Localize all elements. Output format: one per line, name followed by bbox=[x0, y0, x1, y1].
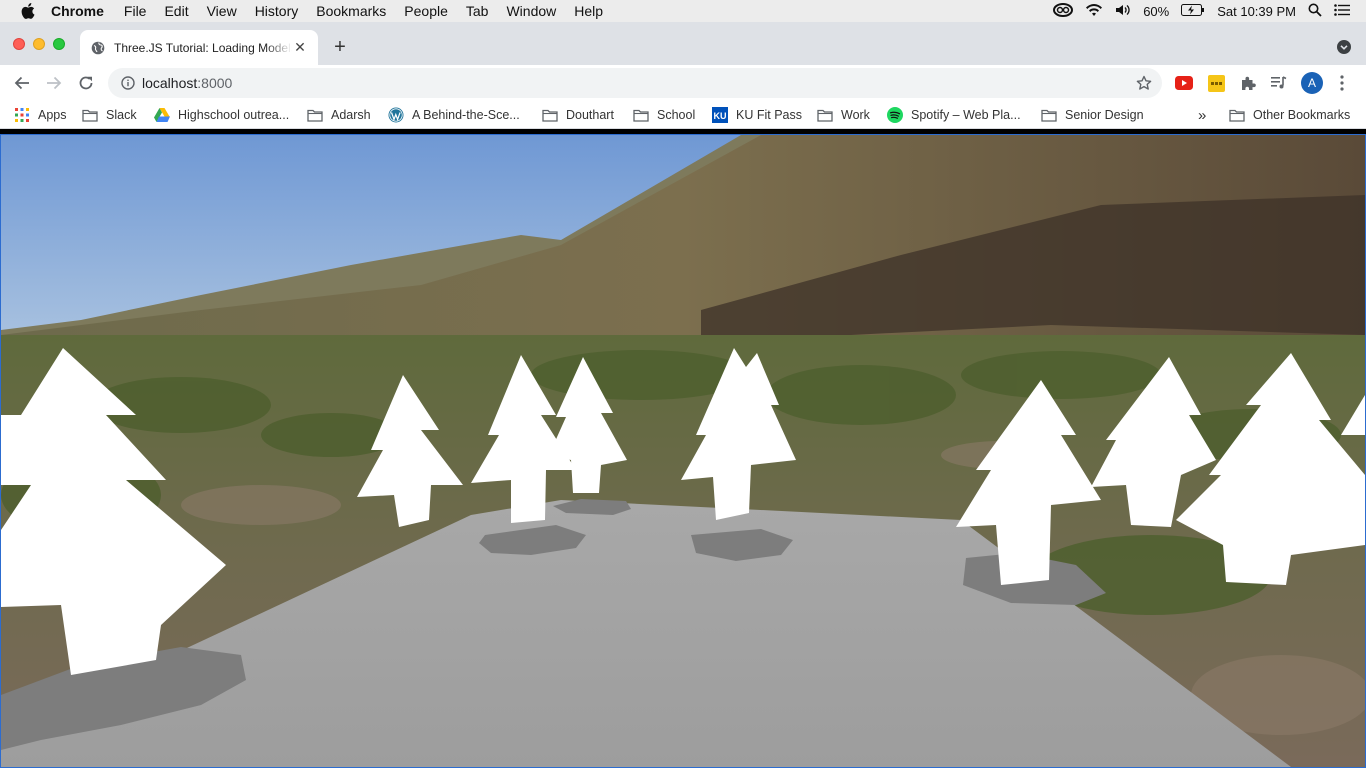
webgl-canvas[interactable] bbox=[0, 134, 1366, 768]
folder-icon bbox=[633, 107, 649, 123]
menu-help[interactable]: Help bbox=[574, 3, 603, 19]
bookmark-folder-slack[interactable]: Slack bbox=[82, 106, 137, 124]
folder-icon bbox=[1041, 107, 1057, 123]
bookmark-folder-senior-design[interactable]: Senior Design bbox=[1041, 106, 1144, 124]
notification-center-icon[interactable] bbox=[1334, 3, 1350, 19]
bookmark-folder-adarsh[interactable]: Adarsh bbox=[307, 106, 371, 124]
bookmark-label: Apps bbox=[38, 108, 67, 122]
extensions-puzzle-icon[interactable] bbox=[1239, 74, 1257, 92]
bookmark-label: Other Bookmarks bbox=[1253, 108, 1351, 122]
battery-percent: 60% bbox=[1143, 3, 1170, 19]
profile-avatar[interactable]: A bbox=[1301, 72, 1323, 94]
wifi-icon[interactable] bbox=[1085, 3, 1103, 20]
url-text[interactable]: localhost:8000 bbox=[142, 75, 232, 91]
window-minimize-button[interactable] bbox=[33, 38, 45, 50]
menu-bookmarks[interactable]: Bookmarks bbox=[316, 3, 386, 19]
tab-title: Three.JS Tutorial: Loading Models bbox=[114, 40, 292, 55]
svg-text:KU: KU bbox=[714, 111, 727, 121]
bookmarks-bar: Apps Slack Highschool outrea... Adarsh A… bbox=[0, 101, 1366, 129]
spotlight-icon[interactable] bbox=[1308, 3, 1322, 20]
window-close-button[interactable] bbox=[13, 38, 25, 50]
folder-icon bbox=[82, 107, 98, 123]
bookmark-label: Douthart bbox=[566, 108, 614, 122]
bookmarks-overflow-chevron[interactable]: » bbox=[1198, 106, 1206, 124]
apps-grid-icon bbox=[14, 107, 30, 123]
folder-icon bbox=[1229, 107, 1245, 123]
window-zoom-button[interactable] bbox=[53, 38, 65, 50]
spotify-icon bbox=[887, 107, 903, 123]
forward-icon[interactable] bbox=[42, 71, 66, 95]
bookmark-folder-douthart[interactable]: Douthart bbox=[542, 106, 614, 124]
back-icon[interactable] bbox=[10, 71, 34, 95]
menu-file[interactable]: File bbox=[124, 3, 147, 19]
chrome-menu-icon[interactable] bbox=[1334, 74, 1350, 92]
apple-icon[interactable] bbox=[19, 2, 37, 20]
bookmark-label: Senior Design bbox=[1065, 108, 1144, 122]
google-drive-icon bbox=[154, 107, 170, 123]
active-tab[interactable]: Three.JS Tutorial: Loading Models ✕ bbox=[80, 30, 318, 65]
menu-view[interactable]: View bbox=[207, 3, 237, 19]
url-host: localhost bbox=[142, 75, 198, 91]
folder-icon bbox=[307, 107, 323, 123]
bookmark-other-bookmarks[interactable]: Other Bookmarks bbox=[1229, 106, 1350, 124]
menu-history[interactable]: History bbox=[255, 3, 299, 19]
bookmark-folder-work[interactable]: Work bbox=[817, 106, 870, 124]
bookmark-label: Slack bbox=[106, 108, 137, 122]
bookmark-label: School bbox=[657, 108, 696, 122]
menu-app-name[interactable]: Chrome bbox=[51, 3, 104, 19]
bookmark-label: KU Fit Pass bbox=[736, 108, 802, 122]
volume-icon[interactable] bbox=[1115, 3, 1131, 20]
clock[interactable]: Sat 10:39 PM bbox=[1217, 4, 1296, 19]
wordpress-icon bbox=[388, 107, 404, 123]
folder-icon bbox=[817, 107, 833, 123]
bookmark-label: Work bbox=[841, 108, 870, 122]
battery-icon[interactable] bbox=[1181, 3, 1205, 19]
youtube-extension-icon[interactable] bbox=[1175, 74, 1193, 92]
url-port: :8000 bbox=[197, 75, 233, 91]
bookmark-label: A Behind-the-Sce... bbox=[412, 108, 520, 122]
threejs-scene[interactable] bbox=[1, 135, 1365, 767]
site-info-icon[interactable] bbox=[120, 75, 136, 91]
tab-strip: Three.JS Tutorial: Loading Models ✕ + bbox=[0, 22, 1366, 65]
bookmark-apps[interactable]: Apps bbox=[14, 106, 67, 124]
macos-menu-bar: Chrome File Edit View History Bookmarks … bbox=[0, 0, 1366, 22]
bookmark-highschool-outreach[interactable]: Highschool outrea... bbox=[154, 106, 289, 124]
folder-icon bbox=[542, 107, 558, 123]
bookmark-label: Highschool outrea... bbox=[178, 108, 290, 122]
bookmark-label: Adarsh bbox=[331, 108, 371, 122]
menu-edit[interactable]: Edit bbox=[164, 3, 188, 19]
creative-cloud-icon[interactable] bbox=[1053, 2, 1074, 20]
reload-icon[interactable] bbox=[74, 71, 98, 95]
bookmark-folder-school[interactable]: School bbox=[633, 106, 695, 124]
menu-tab[interactable]: Tab bbox=[466, 3, 489, 19]
tab-search-icon[interactable] bbox=[1336, 39, 1352, 55]
bookmark-ku-fit-pass[interactable]: KU KU Fit Pass bbox=[712, 106, 802, 124]
globe-icon bbox=[90, 40, 106, 56]
bookmark-star-icon[interactable] bbox=[1136, 75, 1152, 91]
bookmark-behind-the-scenes[interactable]: A Behind-the-Sce... bbox=[388, 106, 520, 124]
menu-people[interactable]: People bbox=[404, 3, 448, 19]
bookmark-label: Spotify – Web Pla... bbox=[911, 108, 1021, 122]
notes-extension-icon[interactable] bbox=[1207, 74, 1225, 92]
ku-icon: KU bbox=[712, 107, 728, 123]
status-area: 60% Sat 10:39 PM bbox=[1053, 0, 1366, 22]
bookmark-spotify[interactable]: Spotify – Web Pla... bbox=[887, 106, 1021, 124]
menu-window[interactable]: Window bbox=[506, 3, 556, 19]
media-control-icon[interactable] bbox=[1270, 74, 1288, 92]
close-tab-icon[interactable]: ✕ bbox=[292, 39, 308, 56]
address-bar[interactable]: localhost:8000 bbox=[108, 68, 1162, 98]
browser-toolbar: localhost:8000 A bbox=[0, 65, 1366, 101]
new-tab-button[interactable]: + bbox=[330, 36, 350, 58]
